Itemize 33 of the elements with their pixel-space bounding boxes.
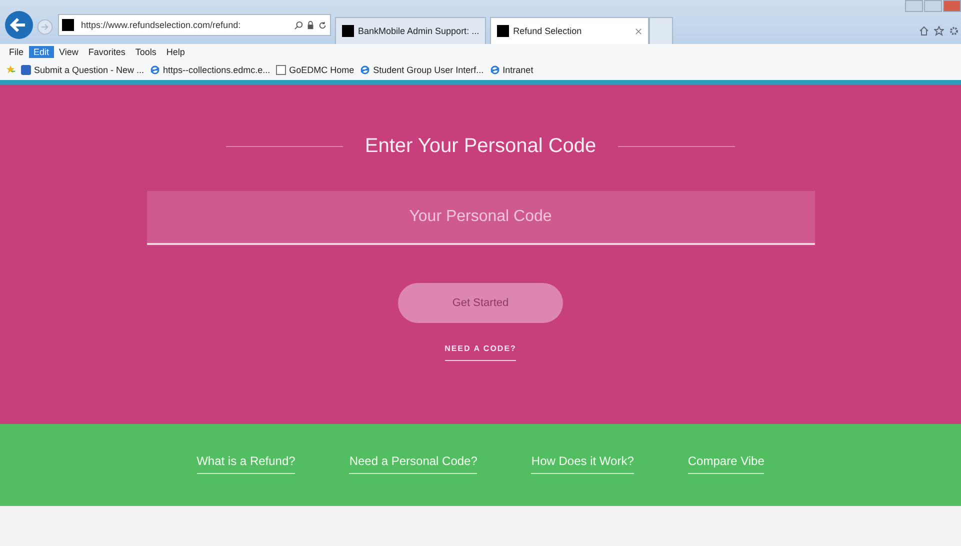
menu-item[interactable]: Tools — [130, 46, 162, 58]
favorite-link[interactable]: Submit a Question - New ... — [21, 64, 144, 74]
search-icon[interactable] — [294, 20, 303, 30]
need-code-link[interactable]: NEED A CODE? — [444, 344, 516, 361]
home-icon[interactable] — [919, 26, 929, 36]
url-text: https://www.refundselection.com/refund: — [81, 20, 242, 30]
favorite-link[interactable]: Student Group User Interf... — [360, 64, 484, 74]
back-icon[interactable] — [4, 10, 34, 40]
menu-item[interactable]: Edit — [28, 46, 54, 58]
address-bar[interactable]: https://www.refundselection.com/refund: — [58, 14, 331, 36]
menu-item[interactable]: View — [54, 46, 84, 58]
app-icon — [21, 64, 31, 74]
page-icon — [276, 64, 286, 74]
menu-item[interactable]: Help — [161, 46, 190, 58]
globe-icon — [490, 64, 500, 74]
browser-tab[interactable]: Refund Selection — [490, 17, 650, 44]
favorite-link[interactable]: GoEDMC Home — [276, 64, 354, 74]
page-title: Enter Your Personal Code — [364, 135, 596, 158]
menu-item[interactable]: Favorites — [83, 46, 130, 58]
browser-tab[interactable]: BankMobile Admin Support: ... — [335, 17, 486, 44]
personal-code-field[interactable]: Your Personal Code — [146, 191, 814, 245]
refresh-icon[interactable] — [318, 20, 327, 30]
favorite-link[interactable]: Intranet — [490, 64, 534, 74]
site-icon — [62, 19, 74, 31]
menu-item[interactable]: File — [4, 46, 29, 58]
favorite-link[interactable]: https--collections.edmc.e... — [150, 64, 270, 74]
lock-icon — [306, 20, 315, 30]
star-icon[interactable] — [934, 26, 944, 36]
globe-icon — [360, 64, 370, 74]
globe-icon — [150, 64, 160, 74]
favorites-star-icon[interactable] — [6, 65, 15, 74]
settings-icon[interactable] — [949, 26, 959, 36]
close-icon[interactable] — [635, 28, 642, 34]
